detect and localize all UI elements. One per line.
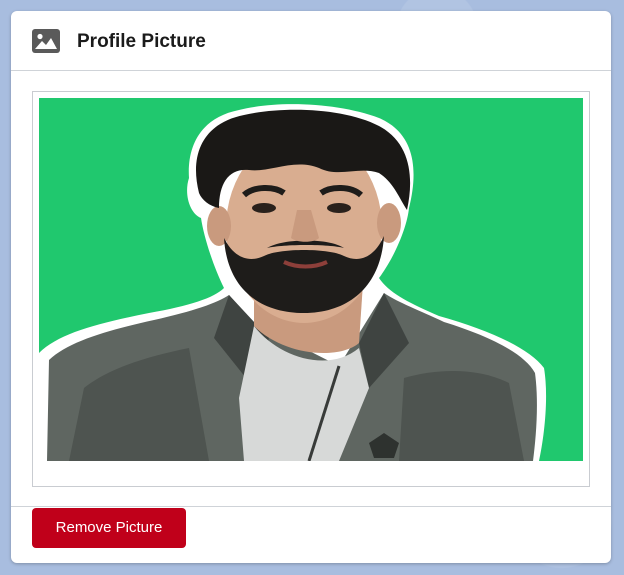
card-header: Profile Picture bbox=[11, 11, 611, 71]
profile-photo bbox=[39, 98, 583, 461]
profile-picture-card: Profile Picture Remove Picture bbox=[11, 11, 611, 563]
footer-divider bbox=[11, 506, 611, 507]
card-title: Profile Picture bbox=[77, 31, 206, 52]
remove-picture-button[interactable]: Remove Picture bbox=[32, 508, 186, 548]
image-icon bbox=[32, 29, 60, 53]
profile-photo-frame bbox=[32, 91, 590, 487]
